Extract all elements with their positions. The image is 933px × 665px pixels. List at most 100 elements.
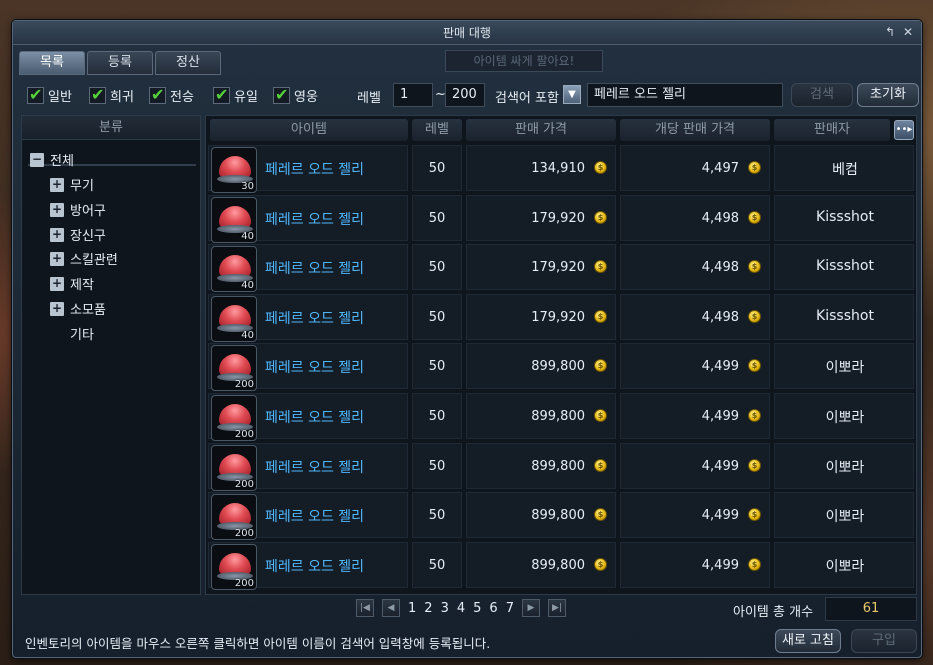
prev-page-icon[interactable]: ◀ bbox=[382, 599, 400, 617]
column-header-unit-price[interactable]: 개당 판매 가격 bbox=[620, 119, 770, 141]
gold-coin-icon: $ bbox=[594, 161, 607, 174]
level-min-input[interactable]: 1 bbox=[393, 83, 433, 107]
buy-button[interactable]: 구입 bbox=[851, 629, 917, 653]
item-name[interactable]: 페레르 오드 젤리 bbox=[265, 556, 364, 576]
tab-register[interactable]: 등록 bbox=[87, 51, 153, 75]
tab-list[interactable]: 목록 bbox=[19, 51, 85, 75]
category-item-accessory[interactable]: + 장신구 bbox=[50, 225, 106, 244]
category-item-craft[interactable]: + 제작 bbox=[50, 274, 94, 293]
unit-price-cell: 4,499 $ bbox=[620, 343, 770, 390]
level-cell: 50 bbox=[412, 442, 462, 489]
search-mode-select[interactable]: 검색어 포함 bbox=[495, 87, 559, 106]
expand-icon[interactable]: + bbox=[50, 276, 64, 291]
item-name[interactable]: 페레르 오드 젤리 bbox=[265, 407, 364, 427]
expand-icon[interactable]: + bbox=[50, 227, 64, 242]
item-quantity: 30 bbox=[241, 181, 254, 192]
search-input[interactable]: 페레르 오드 젤리 bbox=[587, 83, 783, 107]
table-row[interactable]: 40 페레르 오드 젤리 50 179,920 $4,498 $ Kissshot bbox=[208, 194, 914, 243]
item-unit-price: 4,499 bbox=[701, 359, 739, 375]
grade-checkbox-legend[interactable]: 전승 bbox=[149, 85, 194, 105]
price-cell: 899,800 $ bbox=[466, 442, 616, 489]
item-quantity: 200 bbox=[234, 379, 254, 391]
search-button[interactable]: 검색 bbox=[791, 83, 853, 107]
table-row[interactable]: 200 페레르 오드 젤리 50 899,800 $4,499 $ 이뽀라 bbox=[208, 492, 914, 541]
column-header-level[interactable]: 레벨 bbox=[412, 119, 462, 141]
item-name[interactable]: 페레르 오드 젤리 bbox=[265, 457, 364, 477]
expand-icon[interactable]: + bbox=[50, 177, 64, 192]
item-name[interactable]: 페레르 오드 젤리 bbox=[265, 258, 364, 278]
total-count-label: 아이템 총 개수 bbox=[733, 605, 814, 620]
table-row[interactable]: 200 페레르 오드 젤리 50 899,800 $4,499 $ 이뽀라 bbox=[208, 442, 914, 491]
category-item-weapon[interactable]: + 무기 bbox=[50, 175, 94, 194]
level-max-input[interactable]: 200 bbox=[445, 83, 485, 107]
grade-checkbox-heroic[interactable]: 영웅 bbox=[273, 85, 318, 105]
category-item-skill[interactable]: + 스킬관련 bbox=[50, 249, 118, 268]
seller-cell: 베컴 bbox=[774, 145, 914, 191]
notice-input[interactable]: 아이템 싸게 팔아요! bbox=[445, 50, 603, 72]
item-quantity: 40 bbox=[241, 329, 254, 341]
next-page-icon[interactable]: ▶ bbox=[521, 599, 540, 617]
expand-icon[interactable]: + bbox=[50, 202, 64, 217]
gold-coin-icon: $ bbox=[748, 309, 761, 323]
item-name[interactable]: 페레르 오드 젤리 bbox=[265, 209, 364, 229]
seller-cell: 이뽀라 bbox=[774, 541, 914, 588]
table-row[interactable]: 40 페레르 오드 젤리 50 179,920 $4,498 $ Kissshot bbox=[208, 293, 914, 342]
expand-icon[interactable]: + bbox=[50, 301, 64, 316]
refresh-button[interactable]: 새로 고침 bbox=[775, 629, 841, 653]
seller-cell: 이뽀라 bbox=[774, 442, 914, 489]
level-label: 레벨 bbox=[357, 91, 381, 106]
item-name[interactable]: 페레르 오드 젤리 bbox=[265, 159, 364, 179]
table-row[interactable]: 200 페레르 오드 젤리 50 899,800 $4,499 $ 이뽀라 bbox=[208, 393, 914, 441]
item-level: 50 bbox=[428, 409, 446, 424]
reset-position-icon[interactable]: ↰ bbox=[883, 25, 897, 39]
page-6[interactable]: 6 bbox=[489, 601, 497, 616]
item-cell: 40 페레르 오드 젤리 bbox=[208, 293, 408, 342]
page-4[interactable]: 4 bbox=[457, 601, 465, 616]
chevron-down-icon[interactable]: ▼ bbox=[563, 85, 581, 104]
category-item-etc[interactable]: 기타 bbox=[70, 324, 94, 343]
category-item-consumable[interactable]: + 소모품 bbox=[50, 299, 106, 318]
item-name[interactable]: 페레르 오드 젤리 bbox=[265, 308, 364, 328]
grade-checkbox-normal[interactable]: 일반 bbox=[27, 85, 72, 105]
grade-checkbox-rare[interactable]: 희귀 bbox=[89, 85, 134, 105]
collapse-icon[interactable]: − bbox=[30, 152, 44, 167]
more-columns-button[interactable]: ••▸ bbox=[894, 120, 914, 140]
first-page-icon[interactable]: |◀ bbox=[356, 599, 374, 617]
tab-settlement[interactable]: 정산 bbox=[155, 51, 221, 75]
table-row[interactable]: 200 페레르 오드 젤리 50 899,800 $4,499 $ 이뽀라 bbox=[208, 541, 914, 590]
category-item-all[interactable]: − 전체 bbox=[30, 150, 74, 169]
column-header-price[interactable]: 판매 가격 bbox=[466, 119, 616, 141]
page-5[interactable]: 5 bbox=[473, 601, 481, 616]
close-icon[interactable]: ✕ bbox=[901, 25, 915, 39]
reset-button[interactable]: 초기화 bbox=[857, 83, 919, 107]
item-price: 899,800 bbox=[531, 359, 585, 375]
last-page-icon[interactable]: ▶| bbox=[547, 599, 566, 617]
item-icon: 200 bbox=[211, 395, 257, 441]
item-level: 50 bbox=[428, 161, 446, 176]
page-1[interactable]: 1 bbox=[408, 601, 416, 616]
item-icon: 200 bbox=[211, 543, 257, 590]
category-item-armor[interactable]: + 방어구 bbox=[50, 200, 106, 219]
column-header-seller[interactable]: 판매자 bbox=[774, 119, 890, 141]
page-7[interactable]: 7 bbox=[506, 601, 514, 616]
item-cell: 40 페레르 오드 젤리 bbox=[208, 244, 408, 293]
item-quantity: 200 bbox=[234, 528, 254, 540]
table-row[interactable]: 40 페레르 오드 젤리 50 179,920 $4,498 $ Kissshot bbox=[208, 244, 914, 293]
gold-coin-icon: $ bbox=[748, 458, 761, 472]
item-level: 50 bbox=[428, 458, 446, 474]
item-unit-price: 4,499 bbox=[701, 557, 739, 573]
table-row[interactable]: 200 페레르 오드 젤리 50 899,800 $4,499 $ 이뽀라 bbox=[208, 343, 914, 392]
page-3[interactable]: 3 bbox=[441, 601, 449, 616]
footer-hint: 인벤토리의 아이템을 마우스 오른쪽 클릭하면 아이템 이름이 검색어 입력창에… bbox=[25, 636, 491, 651]
column-header-item[interactable]: 아이템 bbox=[210, 119, 408, 141]
expand-icon[interactable]: + bbox=[50, 251, 64, 266]
item-name[interactable]: 페레르 오드 젤리 bbox=[265, 357, 364, 377]
gold-coin-icon: $ bbox=[594, 409, 607, 422]
window-titlebar[interactable]: 판매 대행 ↰ ✕ bbox=[13, 21, 921, 45]
item-name[interactable]: 페레르 오드 젤리 bbox=[265, 506, 364, 526]
checkbox-icon bbox=[213, 85, 230, 104]
item-unit-price: 4,498 bbox=[701, 309, 739, 325]
grade-checkbox-unique[interactable]: 유일 bbox=[213, 85, 258, 105]
page-2[interactable]: 2 bbox=[424, 601, 432, 616]
table-row[interactable]: 30 페레르 오드 젤리 50 134,910 $4,497 $ 베컴 bbox=[208, 145, 914, 193]
